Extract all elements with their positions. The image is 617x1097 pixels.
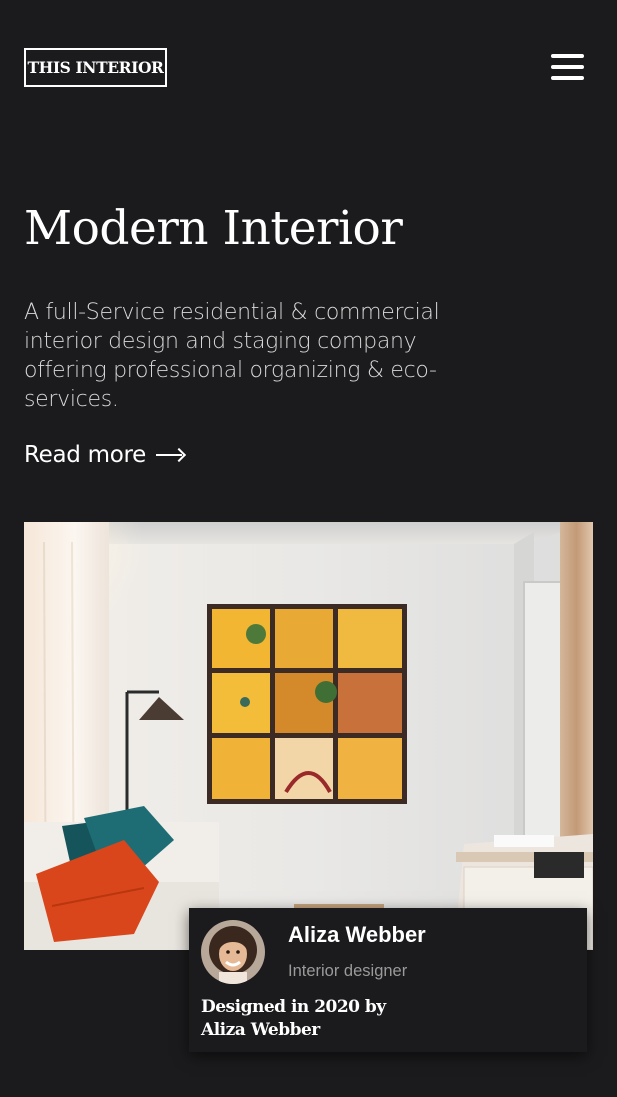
designed-by-credit: Designed in 2020 by Aliza Webber (201, 997, 386, 1040)
hero-description: A full-Service residential & commercial … (24, 300, 440, 412)
menu-bar-middle (551, 65, 584, 69)
hamburger-menu-icon[interactable] (551, 54, 584, 80)
menu-bar-top (551, 54, 584, 58)
hero-title: Modern Interior (24, 201, 403, 256)
avatar[interactable] (201, 920, 265, 984)
designer-card: Aliza Webber Interior designer Designed … (189, 908, 587, 1052)
arrow-right-icon (155, 448, 186, 462)
menu-bar-bottom (551, 76, 584, 80)
designer-role: Interior designer (288, 962, 408, 980)
designer-name: Aliza Webber (288, 922, 426, 947)
interior-photo (24, 522, 593, 950)
read-more-link[interactable]: Read more (24, 437, 186, 473)
read-more-label: Read more (24, 442, 146, 468)
logo-text: THIS INTERIOR (27, 58, 164, 77)
site-logo[interactable]: THIS INTERIOR (24, 48, 167, 87)
